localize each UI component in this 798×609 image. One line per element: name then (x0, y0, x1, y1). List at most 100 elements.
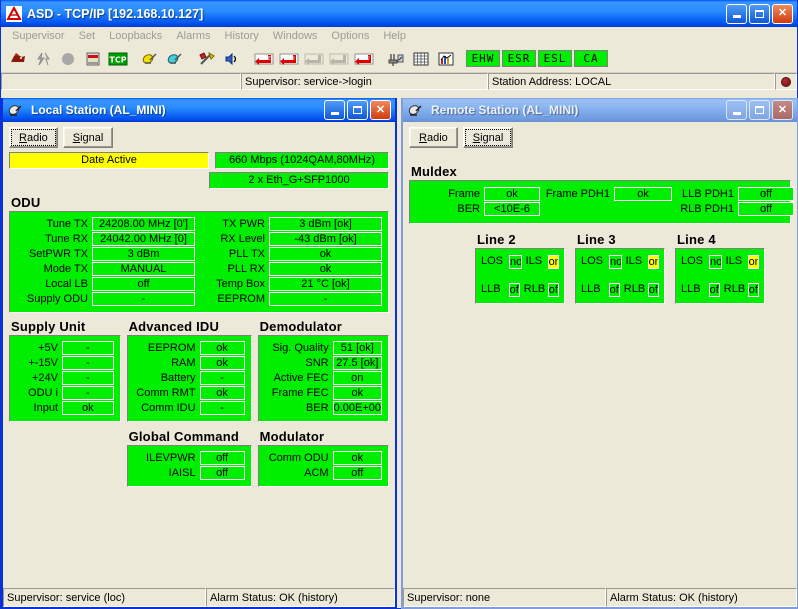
menu-set[interactable]: Set (72, 29, 103, 43)
loopback-line-icon[interactable]: LINE (252, 47, 275, 70)
muldex-value-ber[interactable]: <10E-6 (484, 202, 540, 216)
demod-value-sig-quality[interactable]: 51 [ok] (332, 341, 382, 355)
odu-value-setpwr-tx[interactable]: 3 dBm (92, 247, 195, 261)
remote-tab-signal-rest: ignal (480, 131, 504, 144)
line-3-value-llb[interactable]: off (608, 283, 620, 297)
line-4-value-ils[interactable]: on (747, 255, 759, 269)
mod-value-comm-odu[interactable]: ok (332, 451, 382, 465)
odu-value-tx-pwr[interactable]: 3 dBm [ok] (269, 217, 382, 231)
remote-maximize-button[interactable] (749, 100, 770, 120)
remote-minimize-button[interactable] (726, 100, 747, 120)
demod-value-snr[interactable]: 27.5 [ok] (332, 356, 382, 370)
circle-icon[interactable] (56, 47, 79, 70)
loopback-e12-icon[interactable] (302, 47, 325, 70)
tcp-icon[interactable]: TCP (106, 47, 129, 70)
speaker-icon[interactable] (220, 47, 243, 70)
mod-value-acm[interactable]: off (332, 466, 382, 480)
antenna-cyan-icon[interactable] (163, 47, 186, 70)
odu-value-supply-odu[interactable]: - (92, 292, 195, 306)
idu-value-eeprom[interactable]: ok (199, 341, 245, 355)
line-2-value-llb[interactable]: off (508, 283, 520, 297)
local-tab-signal[interactable]: Signal (62, 127, 114, 148)
supply-value-15v[interactable]: - (62, 356, 114, 370)
local-maximize-button[interactable] (347, 100, 368, 120)
status-led-esr[interactable]: ESR (502, 50, 536, 67)
odu-value-rx-level[interactable]: -43 dBm [ok] (269, 232, 382, 246)
remote-tab-signal[interactable]: Signal (462, 127, 514, 148)
idu-value-battery[interactable]: - (199, 371, 245, 385)
supply-value-odu-i[interactable]: - (62, 386, 114, 400)
supply-value-input[interactable]: ok (62, 401, 114, 415)
line-2-value-ils[interactable]: on (547, 255, 559, 269)
odu-value-eeprom[interactable]: - (269, 292, 382, 306)
local-minimize-button[interactable] (324, 100, 345, 120)
antenna-yellow-icon[interactable] (138, 47, 161, 70)
maximize-button[interactable] (749, 3, 770, 24)
plug-meter-icon[interactable] (384, 47, 407, 70)
demod-value-frame-fec[interactable]: ok (332, 386, 382, 400)
loopback-pdh-icon[interactable]: PDH (277, 47, 300, 70)
demod-value-active-fec[interactable]: on (332, 371, 382, 385)
line-2-group: Line 2 LOS not ILS on LLB off RLB off (475, 232, 565, 304)
remote-close-button[interactable]: ✕ (772, 100, 793, 120)
local-close-button[interactable]: ✕ (370, 100, 391, 120)
grid-icon[interactable] (409, 47, 432, 70)
idu-value-comm-rmt[interactable]: ok (199, 386, 245, 400)
gc-value-ilevpwr[interactable]: off (199, 451, 245, 465)
menu-help[interactable]: Help (376, 29, 413, 43)
menu-history[interactable]: History (218, 29, 266, 43)
line-4-value-rlb[interactable]: off (747, 283, 759, 297)
local-tab-radio[interactable]: Radio (9, 127, 58, 148)
odu-value-mode-tx[interactable]: MANUAL (92, 262, 195, 276)
loopback-odu-icon[interactable]: ODU (352, 47, 375, 70)
modem-icon[interactable] (6, 47, 29, 70)
line-3-value-ils[interactable]: on (647, 255, 659, 269)
tools-icon[interactable] (195, 47, 218, 70)
local-window-buttons: ✕ (324, 100, 391, 120)
minimize-button[interactable] (726, 3, 747, 24)
menu-windows[interactable]: Windows (266, 29, 325, 43)
status-led-esl[interactable]: ESL (538, 50, 572, 67)
main-window-buttons: ✕ (726, 3, 793, 24)
muldex-value-frame-pdh1[interactable]: ok (614, 187, 672, 201)
gc-value-iaisl[interactable]: off (199, 466, 245, 480)
line-4-value-llb[interactable]: off (708, 283, 720, 297)
muldex-value-rlb-pdh1[interactable]: off (738, 202, 794, 216)
muldex-value-llb-pdh1[interactable]: off (738, 187, 794, 201)
status-led-ca[interactable]: CA (574, 50, 608, 67)
close-button[interactable]: ✕ (772, 3, 793, 24)
odu-value-local-lb[interactable]: off (92, 277, 195, 291)
line-2-value-los[interactable]: not (509, 255, 522, 269)
line-4-value-los[interactable]: not (709, 255, 722, 269)
menu-alarms[interactable]: Alarms (169, 29, 217, 43)
odu-value-temp-box[interactable]: 21 °C [ok] (269, 277, 382, 291)
line-3-value-rlb[interactable]: off (647, 283, 659, 297)
odu-value-pll-tx[interactable]: ok (269, 247, 382, 261)
line-2-value-rlb[interactable]: off (547, 283, 559, 297)
idu-row-battery: Battery - (134, 371, 245, 385)
line-3-value-los[interactable]: not (609, 255, 622, 269)
chart-icon[interactable] (434, 47, 457, 70)
demod-label-snr: SNR (305, 357, 329, 369)
broken-link-icon[interactable] (31, 47, 54, 70)
odu-value-tune-tx[interactable]: 24208.00 MHz [0'] (92, 217, 195, 231)
demod-value-ber[interactable]: 0.00E+00 (332, 401, 382, 415)
supply-value-24v[interactable]: - (62, 371, 114, 385)
odu-row-eeprom: EEPROM - (203, 292, 382, 306)
odu-value-pll-rx[interactable]: ok (269, 262, 382, 276)
demod-label-active-fec: Active FEC (273, 372, 329, 384)
idu-value-ram[interactable]: ok (199, 356, 245, 370)
equipment-rack-icon[interactable] (81, 47, 104, 70)
line-2-bottom-row: LLB off RLB off (481, 283, 559, 297)
loopback-pdh2-icon[interactable] (327, 47, 350, 70)
status-led-ehw[interactable]: EHW (466, 50, 500, 67)
odu-value-tune-rx[interactable]: 24042.00 MHz [0] (92, 232, 195, 246)
menu-options[interactable]: Options (324, 29, 376, 43)
supply-value-5v[interactable]: - (62, 341, 114, 355)
idu-value-comm-idu[interactable]: - (199, 401, 245, 415)
mod-label-comm-odu: Comm ODU (268, 452, 329, 464)
remote-tab-radio[interactable]: Radio (409, 127, 458, 148)
menu-supervisor[interactable]: Supervisor (5, 29, 72, 43)
menu-loopbacks[interactable]: Loopbacks (102, 29, 169, 43)
muldex-value-frame[interactable]: ok (484, 187, 540, 201)
